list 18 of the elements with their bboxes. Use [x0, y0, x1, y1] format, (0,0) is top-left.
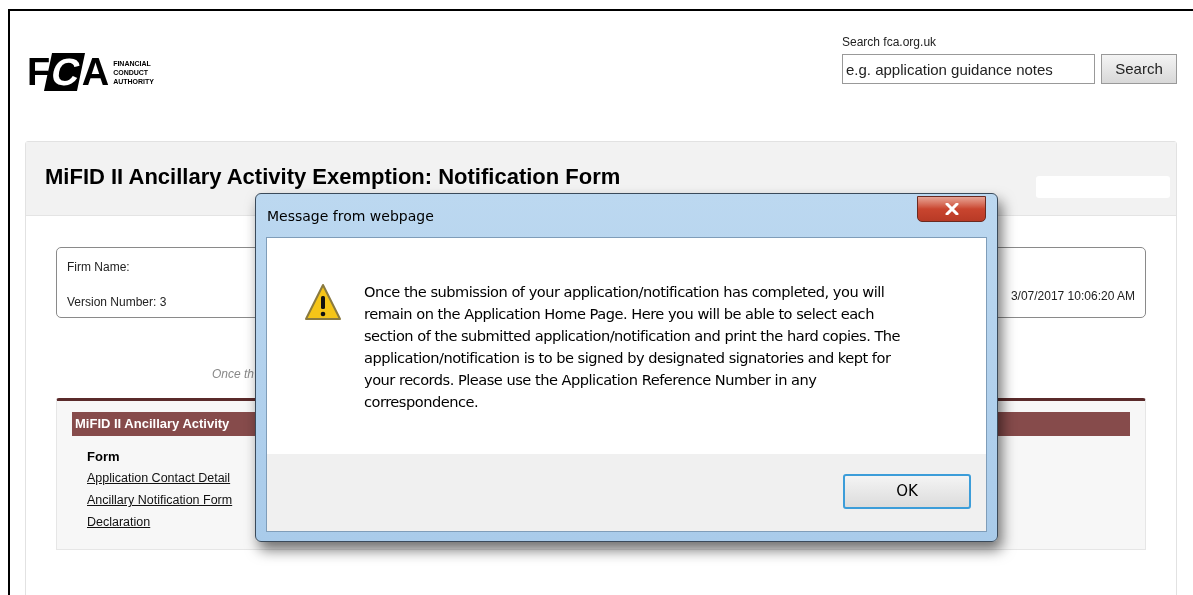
- form-link[interactable]: Declaration: [87, 511, 151, 533]
- note-text: Once th: [212, 366, 255, 383]
- search-button[interactable]: Search: [1101, 54, 1177, 84]
- search-label: Search fca.org.uk: [842, 34, 938, 51]
- column-header: Form: [87, 448, 121, 466]
- search-field[interactable]: e.g. application guidance notes: [842, 54, 1095, 84]
- ok-button[interactable]: OK: [843, 474, 971, 509]
- close-button[interactable]: [917, 196, 986, 222]
- close-icon: [944, 203, 959, 215]
- form-link[interactable]: Application Contact Detail: [87, 467, 231, 489]
- firm-name-label: Firm Name:: [67, 259, 131, 276]
- dialog-message: Once the submission of your application/notification has completed, you will remain on the Application Home Page. Here you will be able to select each section of the submitted application/notification and print the hard copies. The application/notification is to be signed by designated signatories and kept for your records. Please use the Application Reference Number in any correspondence.: [364, 282, 902, 412]
- date-text: 3/07/2017 10:06:20 AM: [1010, 288, 1135, 305]
- dialog-title: Message from webpage: [267, 207, 434, 226]
- version-number: Version Number: 3: [67, 294, 167, 311]
- form-link[interactable]: Ancillary Notification Form: [87, 489, 233, 511]
- form-title: MiFID II Ancillary Activity Exemption: Notification Form: [45, 163, 621, 191]
- section-title: MiFID II Ancillary Activity: [75, 415, 230, 434]
